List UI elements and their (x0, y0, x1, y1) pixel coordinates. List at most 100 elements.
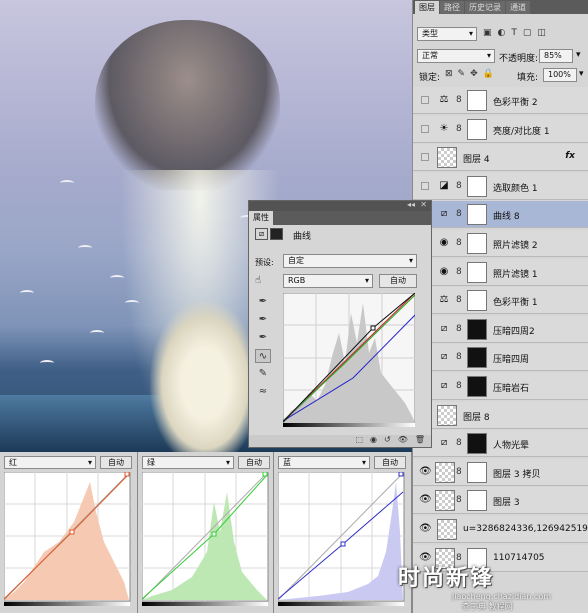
lock-all-icon[interactable]: 🔒 (483, 69, 494, 79)
blend-mode-select[interactable]: 正常 ▾ (417, 49, 495, 63)
mask-thumbnail[interactable] (467, 347, 487, 369)
curve-point[interactable] (69, 529, 75, 535)
eye-icon[interactable]: 👁 (419, 524, 432, 534)
curve-graph[interactable] (283, 293, 415, 423)
curve-point[interactable] (124, 472, 130, 477)
channel-select[interactable]: 绿 ▾ (142, 456, 234, 469)
mask-thumbnail[interactable] (467, 433, 487, 455)
curve-graph[interactable] (142, 472, 270, 602)
layer-row[interactable]: 图层 8 (413, 401, 588, 429)
link-icon[interactable]: 8 (456, 323, 464, 335)
view-previous-icon[interactable]: ◉ (370, 435, 377, 447)
link-icon[interactable]: 8 (456, 437, 464, 449)
mask-thumbnail[interactable] (467, 175, 487, 197)
text-filter-icon[interactable]: T (511, 28, 517, 40)
tab-layers[interactable]: 图层 (415, 1, 439, 14)
mask-thumbnail[interactable] (467, 90, 487, 111)
link-icon[interactable]: 8 (456, 494, 464, 506)
mask-icon[interactable] (270, 228, 283, 240)
curve-point-icon[interactable]: ∿ (255, 349, 271, 363)
channel-curve-panel[interactable]: 绿 ▾ 自动 (138, 452, 274, 613)
layer-thumbnail[interactable] (437, 147, 457, 169)
chevron-down-icon[interactable]: ▾ (576, 50, 581, 60)
curve-point[interactable] (262, 472, 268, 477)
auto-button[interactable]: 自动 (100, 456, 132, 469)
auto-button[interactable]: 自动 (379, 274, 417, 288)
layer-row[interactable]: ◪ 8 选取颜色 1 (413, 172, 588, 200)
link-icon[interactable]: 8 (456, 94, 464, 106)
link-icon[interactable]: 8 (456, 351, 464, 363)
visibility-toggle[interactable] (421, 124, 429, 133)
layer-thumbnail[interactable] (435, 461, 455, 483)
eyedropper-black-icon[interactable]: ✒ (255, 295, 271, 309)
curves-icon[interactable]: ⧄ (255, 228, 268, 240)
layer-row[interactable]: 👁 8 图层 3 拷贝 (413, 458, 588, 486)
visibility-toggle[interactable] (421, 153, 429, 162)
clip-icon[interactable]: ⬚ (355, 435, 363, 447)
layer-row[interactable]: ⧄ 8 压暗四周 (413, 344, 588, 372)
filter-kind-select[interactable]: 类型 ▾ (417, 27, 477, 41)
layer-thumbnail[interactable] (437, 404, 457, 426)
tab-channels[interactable]: 通道 (506, 1, 530, 14)
pencil-icon[interactable]: ✎ (255, 367, 271, 381)
link-icon[interactable]: 8 (456, 380, 464, 392)
curve-point[interactable] (340, 541, 346, 547)
layer-row[interactable]: 👁 u=3286824336,126942519... (413, 516, 588, 543)
eyedropper-white-icon[interactable]: ✒ (255, 331, 271, 345)
fill-field[interactable]: 100% (543, 68, 577, 82)
channel-select[interactable]: 蓝 ▾ (278, 456, 370, 469)
preset-select[interactable]: 自定 ▾ (283, 254, 417, 268)
lock-move-icon[interactable]: ✥ (470, 69, 478, 79)
layer-thumbnail[interactable] (437, 519, 457, 540)
mask-thumbnail[interactable] (467, 376, 487, 397)
layer-row[interactable]: ⧄ 8 压暗岩石 (413, 373, 588, 400)
mask-thumbnail[interactable] (467, 118, 487, 140)
link-icon[interactable]: 8 (456, 123, 464, 135)
smart-filter-icon[interactable]: ◫ (537, 28, 546, 40)
link-icon[interactable]: 8 (456, 266, 464, 278)
smooth-icon[interactable]: ≈ (255, 385, 271, 399)
mask-thumbnail[interactable] (467, 290, 487, 312)
lock-transparent-icon[interactable]: ⊠ (445, 69, 453, 79)
mask-thumbnail[interactable] (467, 233, 487, 254)
image-filter-icon[interactable]: ▣ (483, 28, 492, 40)
target-adjust-icon[interactable]: ☝ (255, 275, 261, 286)
adjust-filter-icon[interactable]: ◐ (498, 28, 506, 40)
fx-icon[interactable]: fx (565, 151, 575, 161)
reset-icon[interactable]: ↺ (384, 435, 391, 447)
opacity-field[interactable]: 85% (539, 49, 573, 63)
layer-row[interactable]: ⚖ 8 色彩平衡 2 (413, 87, 588, 114)
eye-icon[interactable]: 👁 (419, 495, 432, 505)
curve-point[interactable] (398, 472, 404, 477)
lock-paint-icon[interactable]: ✎ (458, 69, 466, 79)
visibility-icon[interactable]: 👁 (398, 435, 408, 447)
mask-thumbnail[interactable] (467, 490, 487, 512)
layer-row[interactable]: ◉ 8 照片滤镜 2 (413, 230, 588, 257)
curve-point[interactable] (370, 325, 376, 331)
close-icon[interactable]: ✕ (420, 200, 427, 209)
eye-icon[interactable]: 👁 (419, 466, 432, 477)
layer-row[interactable]: ⚖ 8 色彩平衡 1 (413, 287, 588, 315)
eyedropper-gray-icon[interactable]: ✒ (255, 313, 271, 327)
channel-select[interactable]: 红 ▾ (4, 456, 96, 469)
mask-thumbnail[interactable] (467, 461, 487, 483)
layer-row[interactable]: ☀ 8 亮度/对比度 1 (413, 115, 588, 143)
properties-panel[interactable]: ◂◂ ✕ 属性 ⧄ 曲线 预设: 自定 ▾ ☝ RGB ▾ 自动 ✒ ✒ ✒ ∿… (248, 200, 432, 448)
mask-thumbnail[interactable] (467, 318, 487, 340)
layer-row[interactable]: 👁 8 图层 3 (413, 487, 588, 515)
panel-header[interactable]: ◂◂ ✕ (249, 200, 431, 211)
link-icon[interactable]: 8 (456, 237, 464, 249)
tab-history[interactable]: 历史记录 (465, 1, 505, 14)
link-icon[interactable]: 8 (456, 294, 464, 306)
link-icon[interactable]: 8 (456, 466, 464, 478)
layers-panel[interactable]: 图层 路径 历史记录 通道 类型 ▾ ▣ ◐ T ▢ ◫ 正常 ▾ 不透明度: … (412, 0, 588, 613)
mask-thumbnail[interactable] (467, 261, 487, 283)
trash-icon[interactable]: 🗑 (415, 435, 425, 447)
layer-row[interactable]: ⧄ 8 曲线 8 (413, 201, 588, 229)
mask-thumbnail[interactable] (467, 204, 487, 226)
layer-thumbnail[interactable] (435, 490, 455, 512)
auto-button[interactable]: 自动 (238, 456, 270, 469)
link-icon[interactable]: 8 (456, 208, 464, 220)
tab-paths[interactable]: 路径 (440, 1, 464, 14)
layer-row[interactable]: ◉ 8 照片滤镜 1 (413, 258, 588, 286)
